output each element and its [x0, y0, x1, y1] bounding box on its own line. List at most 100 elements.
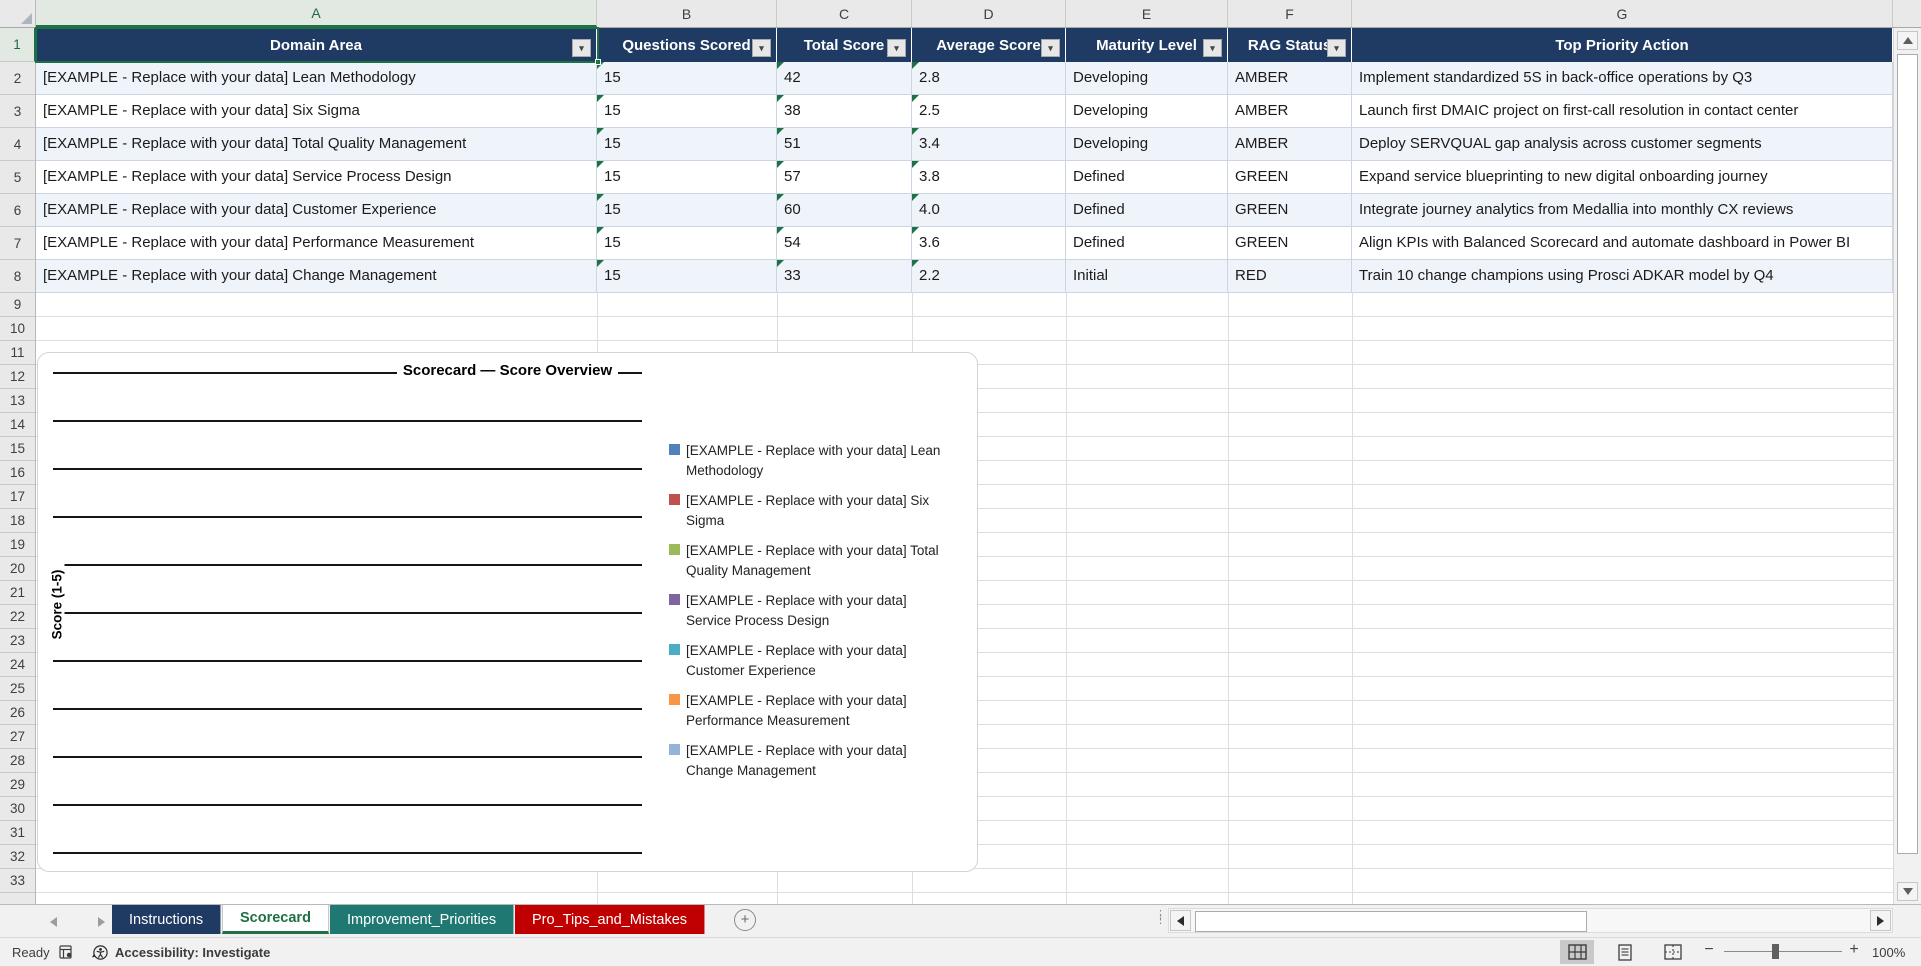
cell-B4[interactable]: 15	[597, 128, 777, 161]
cell-E6[interactable]: Defined	[1066, 194, 1228, 227]
horizontal-scrollbar[interactable]	[1168, 908, 1893, 933]
filter-dropdown-button[interactable]: ▾	[572, 39, 591, 57]
cell-A6[interactable]: [EXAMPLE - Replace with your data] Custo…	[36, 194, 597, 227]
sheet-tab-scorecard[interactable]: Scorecard	[222, 905, 329, 934]
row-header-21[interactable]: 21	[0, 581, 35, 605]
row-header-22[interactable]: 22	[0, 605, 35, 629]
row-header-3[interactable]: 3	[0, 95, 35, 128]
scroll-up-button[interactable]	[1897, 31, 1918, 50]
column-header-D[interactable]: D	[912, 0, 1066, 27]
vertical-scroll-thumb[interactable]	[1897, 54, 1918, 854]
scorecard-chart[interactable]: Scorecard — Score Overview Score (1-5) […	[37, 352, 978, 872]
cell-F2[interactable]: AMBER	[1228, 62, 1352, 95]
row-header-32[interactable]: 32	[0, 845, 35, 869]
scroll-down-button[interactable]	[1897, 882, 1918, 901]
sheet-tab-instructions[interactable]: Instructions	[112, 905, 222, 934]
row-header-26[interactable]: 26	[0, 701, 35, 725]
column-header-F[interactable]: F	[1228, 0, 1352, 27]
cell-B7[interactable]: 15	[597, 227, 777, 260]
column-header-C[interactable]: C	[777, 0, 912, 27]
row-header-33[interactable]: 33	[0, 869, 35, 893]
tab-scrollbar-splitter[interactable]: ⋮ ⋮	[1155, 910, 1166, 926]
select-all-button[interactable]	[0, 0, 36, 28]
zoom-out-button[interactable]: −	[1701, 941, 1717, 959]
sheet-tab-improvement_priorities[interactable]: Improvement_Priorities	[330, 905, 515, 934]
cell-A5[interactable]: [EXAMPLE - Replace with your data] Servi…	[36, 161, 597, 194]
cell-C4[interactable]: 51	[777, 128, 912, 161]
cell-D4[interactable]: 3.4	[912, 128, 1066, 161]
cell-D2[interactable]: 2.8	[912, 62, 1066, 95]
cell-D5[interactable]: 3.8	[912, 161, 1066, 194]
zoom-in-button[interactable]: +	[1846, 941, 1862, 959]
row-header-11[interactable]: 11	[0, 341, 35, 365]
row-header-29[interactable]: 29	[0, 773, 35, 797]
filter-dropdown-button[interactable]: ▾	[1327, 39, 1346, 57]
cell-E3[interactable]: Developing	[1066, 95, 1228, 128]
row-header-17[interactable]: 17	[0, 485, 35, 509]
filter-dropdown-button[interactable]: ▾	[887, 39, 906, 57]
cell-G7[interactable]: Align KPIs with Balanced Scorecard and a…	[1352, 227, 1893, 260]
row-header-30[interactable]: 30	[0, 797, 35, 821]
row-header-9[interactable]: 9	[0, 293, 35, 317]
cell-G3[interactable]: Launch first DMAIC project on first-call…	[1352, 95, 1893, 128]
row-header-18[interactable]: 18	[0, 509, 35, 533]
tab-scroll-right-button[interactable]	[98, 917, 105, 927]
cell-E5[interactable]: Defined	[1066, 161, 1228, 194]
cell-C3[interactable]: 38	[777, 95, 912, 128]
cell-C6[interactable]: 60	[777, 194, 912, 227]
page-break-preview-button[interactable]	[1656, 940, 1690, 964]
cell-F8[interactable]: RED	[1228, 260, 1352, 293]
filter-dropdown-button[interactable]: ▾	[1203, 39, 1222, 57]
zoom-slider-track[interactable]	[1724, 951, 1842, 952]
cell-A4[interactable]: [EXAMPLE - Replace with your data] Total…	[36, 128, 597, 161]
cell-A8[interactable]: [EXAMPLE - Replace with your data] Chang…	[36, 260, 597, 293]
row-header-13[interactable]: 13	[0, 389, 35, 413]
cell-B5[interactable]: 15	[597, 161, 777, 194]
cell-A2[interactable]: [EXAMPLE - Replace with your data] Lean …	[36, 62, 597, 95]
cell-E4[interactable]: Developing	[1066, 128, 1228, 161]
filter-dropdown-button[interactable]: ▾	[1041, 39, 1060, 57]
cell-F6[interactable]: GREEN	[1228, 194, 1352, 227]
row-header-6[interactable]: 6	[0, 194, 35, 227]
cell-G4[interactable]: Deploy SERVQUAL gap analysis across cust…	[1352, 128, 1893, 161]
cell-B3[interactable]: 15	[597, 95, 777, 128]
row-header-28[interactable]: 28	[0, 749, 35, 773]
row-header-2[interactable]: 2	[0, 62, 35, 95]
row-header-4[interactable]: 4	[0, 128, 35, 161]
table-header-F[interactable]: RAG Status ▾	[1228, 28, 1352, 62]
cell-D6[interactable]: 4.0	[912, 194, 1066, 227]
row-header-12[interactable]: 12	[0, 365, 35, 389]
cell-E8[interactable]: Initial	[1066, 260, 1228, 293]
cell-F5[interactable]: GREEN	[1228, 161, 1352, 194]
row-header-14[interactable]: 14	[0, 413, 35, 437]
table-header-G[interactable]: Top Priority Action	[1352, 28, 1893, 62]
column-header-A[interactable]: A	[36, 0, 597, 27]
cell-F4[interactable]: AMBER	[1228, 128, 1352, 161]
cell-C7[interactable]: 54	[777, 227, 912, 260]
horizontal-scroll-thumb[interactable]	[1195, 911, 1587, 932]
table-header-C[interactable]: Total Score ▾	[777, 28, 912, 62]
cell-B8[interactable]: 15	[597, 260, 777, 293]
cell-A7[interactable]: [EXAMPLE - Replace with your data] Perfo…	[36, 227, 597, 260]
row-header-24[interactable]: 24	[0, 653, 35, 677]
cell-C2[interactable]: 42	[777, 62, 912, 95]
column-header-B[interactable]: B	[597, 0, 777, 27]
cell-D3[interactable]: 2.5	[912, 95, 1066, 128]
tab-scroll-left-button[interactable]	[50, 917, 57, 927]
cell-F7[interactable]: GREEN	[1228, 227, 1352, 260]
table-header-B[interactable]: Questions Scored ▾	[597, 28, 777, 62]
cell-E7[interactable]: Defined	[1066, 227, 1228, 260]
cell-E2[interactable]: Developing	[1066, 62, 1228, 95]
row-header-27[interactable]: 27	[0, 725, 35, 749]
cell-G6[interactable]: Integrate journey analytics from Medalli…	[1352, 194, 1893, 227]
page-layout-view-button[interactable]	[1608, 940, 1642, 964]
cell-C5[interactable]: 57	[777, 161, 912, 194]
table-header-E[interactable]: Maturity Level ▾	[1066, 28, 1228, 62]
accessibility-checker-button[interactable]: Accessibility: Investigate	[92, 938, 270, 966]
cell-G8[interactable]: Train 10 change champions using Prosci A…	[1352, 260, 1893, 293]
cell-C8[interactable]: 33	[777, 260, 912, 293]
cell-F3[interactable]: AMBER	[1228, 95, 1352, 128]
row-header-1[interactable]: 1	[0, 28, 36, 62]
normal-view-button[interactable]	[1560, 940, 1594, 964]
row-header-23[interactable]: 23	[0, 629, 35, 653]
